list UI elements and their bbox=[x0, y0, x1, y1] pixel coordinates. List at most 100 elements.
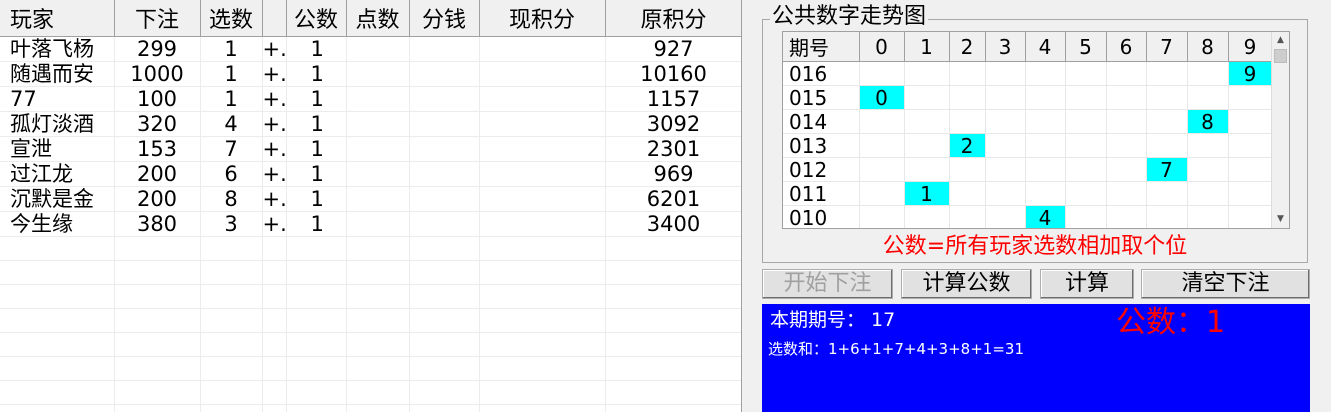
cell-empty[interactable] bbox=[409, 36, 480, 62]
cell-orig[interactable]: 6201 bbox=[605, 186, 741, 212]
cell-bet[interactable] bbox=[114, 260, 201, 285]
cell-empty[interactable] bbox=[409, 284, 480, 309]
trend-vertical-scrollbar[interactable]: ▲ ▼ bbox=[1271, 32, 1289, 228]
cell-orig[interactable]: 927 bbox=[605, 36, 741, 62]
cell-empty[interactable] bbox=[346, 36, 410, 62]
cell-empty[interactable] bbox=[346, 284, 410, 309]
cell-empty[interactable] bbox=[409, 356, 480, 381]
cell-empty[interactable] bbox=[409, 111, 480, 137]
cell-pub[interactable]: 1 bbox=[286, 161, 347, 187]
cell-bet[interactable]: 153 bbox=[114, 136, 201, 162]
cell-empty[interactable] bbox=[346, 111, 410, 137]
cell-orig[interactable]: 3400 bbox=[605, 211, 741, 237]
cell-empty[interactable] bbox=[346, 332, 410, 357]
cell-op[interactable]: +. bbox=[262, 161, 287, 187]
cell-bet[interactable]: 320 bbox=[114, 111, 201, 137]
cell-sel[interactable] bbox=[200, 284, 263, 309]
cell-empty[interactable] bbox=[409, 136, 480, 162]
cell-op[interactable] bbox=[262, 356, 287, 381]
cell-bet[interactable] bbox=[114, 284, 201, 309]
cell-pub[interactable] bbox=[286, 332, 347, 357]
cell-empty[interactable] bbox=[479, 111, 606, 137]
cell-empty[interactable] bbox=[479, 186, 606, 212]
cell-sel[interactable]: 3 bbox=[200, 211, 263, 237]
cell-pub[interactable] bbox=[286, 356, 347, 381]
cell-name[interactable] bbox=[0, 284, 115, 309]
cell-op[interactable]: +. bbox=[262, 186, 287, 212]
cell-empty[interactable] bbox=[479, 260, 606, 285]
cell-sel[interactable] bbox=[200, 236, 263, 261]
empty-row[interactable] bbox=[0, 356, 741, 381]
player-row[interactable]: 宣泄 153 7 +. 1 2301 bbox=[0, 136, 741, 162]
grid-header-col-original-score[interactable]: 原积分 bbox=[605, 0, 741, 37]
empty-row[interactable] bbox=[0, 404, 741, 412]
cell-empty[interactable] bbox=[409, 236, 480, 261]
cell-bet[interactable]: 200 bbox=[114, 161, 201, 187]
scroll-thumb[interactable] bbox=[1274, 49, 1287, 63]
cell-empty[interactable] bbox=[346, 211, 410, 237]
cell-name[interactable] bbox=[0, 308, 115, 333]
cell-empty[interactable] bbox=[409, 161, 480, 187]
cell-empty[interactable] bbox=[346, 404, 410, 412]
cell-orig[interactable] bbox=[605, 284, 741, 309]
cell-pub[interactable] bbox=[286, 404, 347, 412]
calc-public-number-button[interactable]: 计算公数 bbox=[901, 269, 1032, 299]
grid-header-col-points[interactable]: 点数 bbox=[346, 0, 410, 37]
cell-empty[interactable] bbox=[346, 260, 410, 285]
cell-name[interactable]: 沉默是金 bbox=[0, 186, 115, 212]
cell-name[interactable] bbox=[0, 356, 115, 381]
grid-header-col-player[interactable]: 玩家 bbox=[0, 0, 115, 37]
cell-sel[interactable]: 7 bbox=[200, 136, 263, 162]
cell-pub[interactable] bbox=[286, 260, 347, 285]
cell-empty[interactable] bbox=[479, 86, 606, 112]
trend-grid[interactable]: 期号 0 1 2 3 4 5 6 7 8 9 016 9 015 0 014 8 013 2 012 7 011 1 010… bbox=[782, 31, 1290, 229]
cell-empty[interactable] bbox=[409, 86, 480, 112]
cell-sel[interactable] bbox=[200, 332, 263, 357]
cell-empty[interactable] bbox=[479, 36, 606, 62]
cell-pub[interactable]: 1 bbox=[286, 211, 347, 237]
cell-pub[interactable] bbox=[286, 284, 347, 309]
cell-op[interactable]: +. bbox=[262, 136, 287, 162]
cell-bet[interactable]: 100 bbox=[114, 86, 201, 112]
cell-empty[interactable] bbox=[346, 186, 410, 212]
cell-bet[interactable] bbox=[114, 236, 201, 261]
player-row[interactable]: 叶落飞杨 299 1 +. 1 927 bbox=[0, 36, 741, 62]
cell-empty[interactable] bbox=[479, 211, 606, 237]
calculate-button[interactable]: 计算 bbox=[1040, 269, 1134, 299]
cell-empty[interactable] bbox=[346, 236, 410, 261]
cell-orig[interactable]: 3092 bbox=[605, 111, 741, 137]
cell-op[interactable]: +. bbox=[262, 36, 287, 62]
cell-orig[interactable] bbox=[605, 380, 741, 405]
cell-name[interactable] bbox=[0, 380, 115, 405]
start-bet-button[interactable]: 开始下注 bbox=[762, 269, 893, 299]
cell-empty[interactable] bbox=[409, 186, 480, 212]
cell-sel[interactable]: 6 bbox=[200, 161, 263, 187]
player-row[interactable]: 孤灯淡酒 320 4 +. 1 3092 bbox=[0, 111, 741, 137]
cell-empty[interactable] bbox=[479, 284, 606, 309]
cell-name[interactable]: 今生缘 bbox=[0, 211, 115, 237]
cell-orig[interactable]: 2301 bbox=[605, 136, 741, 162]
cell-empty[interactable] bbox=[479, 136, 606, 162]
grid-header-col-public[interactable]: 公数 bbox=[286, 0, 347, 37]
cell-op[interactable]: +. bbox=[262, 211, 287, 237]
empty-row[interactable] bbox=[0, 260, 741, 285]
cell-empty[interactable] bbox=[409, 332, 480, 357]
cell-orig[interactable] bbox=[605, 332, 741, 357]
cell-op[interactable]: +. bbox=[262, 61, 287, 87]
cell-orig[interactable]: 969 bbox=[605, 161, 741, 187]
cell-name[interactable]: 过江龙 bbox=[0, 161, 115, 187]
cell-orig[interactable] bbox=[605, 356, 741, 381]
cell-sel[interactable]: 1 bbox=[200, 86, 263, 112]
cell-name[interactable] bbox=[0, 236, 115, 261]
cell-bet[interactable] bbox=[114, 404, 201, 412]
player-row[interactable]: 过江龙 200 6 +. 1 969 bbox=[0, 161, 741, 187]
cell-pub[interactable]: 1 bbox=[286, 186, 347, 212]
cell-empty[interactable] bbox=[346, 61, 410, 87]
cell-empty[interactable] bbox=[346, 161, 410, 187]
cell-name[interactable]: 77 bbox=[0, 86, 115, 112]
cell-empty[interactable] bbox=[346, 308, 410, 333]
grid-header-col-select[interactable]: 选数 bbox=[200, 0, 263, 37]
cell-name[interactable]: 随遇而安 bbox=[0, 61, 115, 87]
cell-sel[interactable] bbox=[200, 308, 263, 333]
player-row[interactable]: 沉默是金 200 8 +. 1 6201 bbox=[0, 186, 741, 212]
